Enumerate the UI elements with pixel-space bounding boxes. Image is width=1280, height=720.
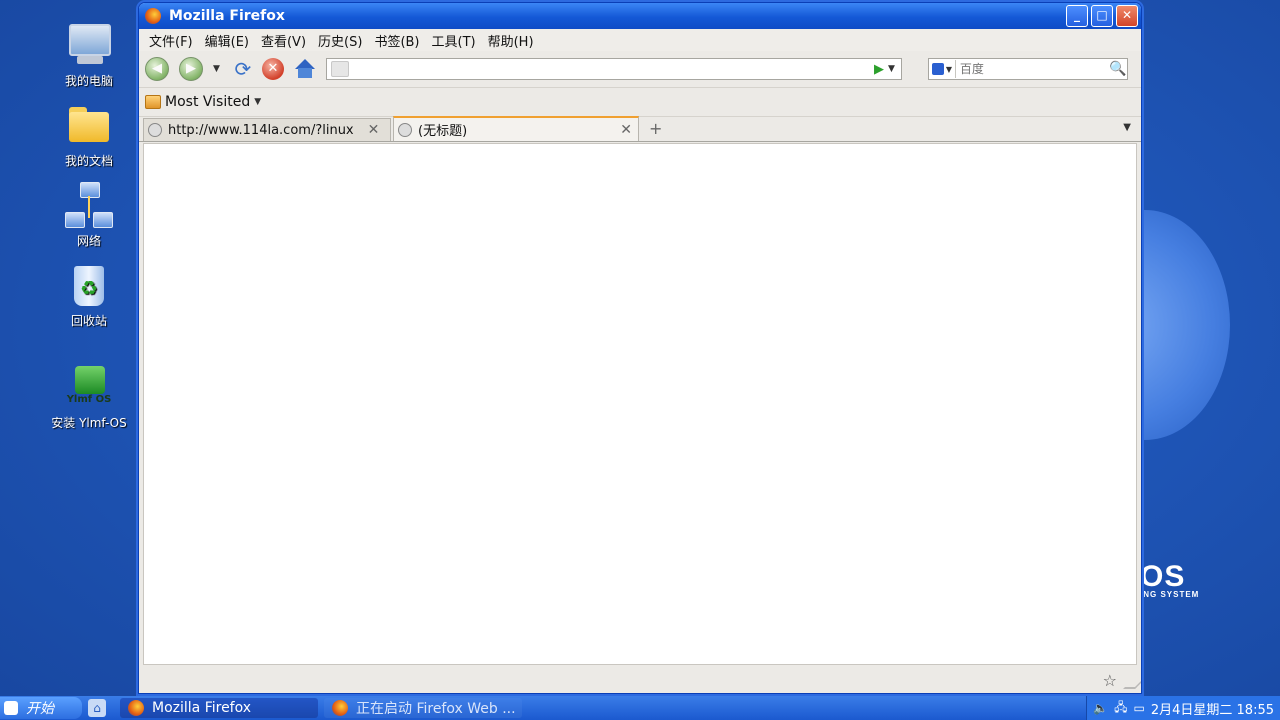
bookmark-star-icon[interactable]: ☆ <box>1103 671 1117 690</box>
taskbar-item-label: Mozilla Firefox <box>152 700 252 716</box>
tab-114la[interactable]: http://www.114la.com/?linux ✕ <box>143 118 391 141</box>
page-icon <box>148 123 162 137</box>
tab-close-icon[interactable]: ✕ <box>368 122 380 138</box>
start-button[interactable]: 开始 <box>0 697 82 719</box>
desktop-icon-my-computer[interactable]: 我的电脑 <box>44 22 134 89</box>
most-visited-button[interactable]: Most Visited <box>165 94 250 110</box>
firefox-icon <box>128 700 144 716</box>
tab-strip: http://www.114la.com/?linux ✕ (无标题) ✕ + … <box>139 116 1141 142</box>
reload-button[interactable]: ⟳ <box>232 58 254 80</box>
minimize-button[interactable]: _ <box>1066 5 1088 27</box>
resize-grip-icon[interactable] <box>1123 677 1141 689</box>
url-input[interactable] <box>354 61 874 77</box>
desktop-icon-install-ylmf[interactable]: Ylmf OS 安装 Ylmf-OS <box>44 364 134 431</box>
wallpaper-brand: OS ING SYSTEM <box>1140 560 1200 599</box>
desktop-icon-label: 我的电脑 <box>64 74 113 88</box>
taskbar-item-label: 正在启动 Firefox Web ... <box>356 701 516 717</box>
baidu-engine-icon <box>931 63 944 75</box>
tab-label: http://www.114la.com/?linux <box>168 122 354 138</box>
navigation-toolbar: ◀ ▶ ▼ ⟳ ✕ ▶ ▼ ▼ 🔍 <box>139 51 1141 88</box>
site-identity-icon[interactable] <box>330 61 349 77</box>
firefox-icon <box>145 8 161 24</box>
forward-button[interactable]: ▶ <box>179 57 203 81</box>
computer-icon <box>65 22 113 70</box>
taskbar-item-firefox-starting[interactable]: 正在启动 Firefox Web ... <box>324 698 522 718</box>
search-input[interactable] <box>955 61 1109 77</box>
quicklaunch-desktop-icon[interactable]: ⌂ <box>88 699 106 717</box>
back-button[interactable]: ◀ <box>145 57 169 81</box>
start-label: 开始 <box>26 701 54 717</box>
menubar: 文件(F) 编辑(E) 查看(V) 历史(S) 书签(B) 工具(T) 帮助(H… <box>139 29 1141 51</box>
tab-list-dropdown-icon[interactable]: ▼ <box>1123 122 1131 133</box>
back-arrow-icon: ◀ <box>152 61 162 76</box>
taskbar: 开始 ⌂ Mozilla Firefox 正在启动 Firefox Web ..… <box>0 696 1280 720</box>
maximize-button[interactable]: □ <box>1091 5 1113 27</box>
stop-icon: ✕ <box>267 61 279 76</box>
desktop-icon-label: 我的文档 <box>64 154 113 168</box>
page-content-area[interactable] <box>143 143 1137 665</box>
network-icon <box>65 182 113 230</box>
status-bar: ☆ <box>139 669 1141 693</box>
ylmf-installer-icon: Ylmf OS <box>65 364 113 412</box>
page-icon <box>398 122 412 137</box>
home-button[interactable] <box>294 58 316 80</box>
connection-icon[interactable]: ▭ <box>1134 701 1145 715</box>
close-button[interactable]: ✕ <box>1116 5 1138 27</box>
search-engine-button[interactable]: ▼ <box>929 60 956 78</box>
bookmark-folder-icon <box>145 95 161 109</box>
forward-arrow-icon: ▶ <box>186 61 196 76</box>
tab-close-icon[interactable]: ✕ <box>620 122 632 138</box>
go-arrow-icon[interactable]: ▶ <box>874 62 884 77</box>
menu-edit[interactable]: 编辑(E) <box>199 31 255 50</box>
desktop-icon-label: 网络 <box>76 234 101 248</box>
start-icon <box>4 701 18 715</box>
chevron-down-icon[interactable]: ▼ <box>254 97 261 107</box>
menu-file[interactable]: 文件(F) <box>143 31 199 50</box>
tab-label: (无标题) <box>418 124 468 139</box>
stop-button[interactable]: ✕ <box>261 58 284 80</box>
new-tab-icon[interactable]: + <box>649 119 662 138</box>
desktop-icon-my-documents[interactable]: 我的文档 <box>44 102 134 169</box>
firefox-icon <box>332 700 348 716</box>
search-icon[interactable]: 🔍 <box>1109 61 1127 77</box>
firefox-window: Mozilla Firefox _ □ ✕ 文件(F) 编辑(E) 查看(V) … <box>138 2 1142 694</box>
history-dropdown-icon[interactable]: ▼ <box>213 64 220 74</box>
desktop-icon-label: 回收站 <box>70 314 107 328</box>
window-title: Mozilla Firefox <box>169 8 285 24</box>
clock[interactable]: 2月4日星期二 18:55 <box>1151 699 1274 718</box>
recycle-bin-icon: ♻ <box>65 262 113 310</box>
menu-view[interactable]: 查看(V) <box>255 31 312 50</box>
reload-icon: ⟳ <box>234 57 252 81</box>
taskbar-item-firefox[interactable]: Mozilla Firefox <box>120 698 318 718</box>
network-tray-icon[interactable]: 🖧 <box>1114 698 1127 719</box>
folder-icon <box>65 102 113 150</box>
desktop-icon-label: 安装 Ylmf-OS <box>51 416 127 430</box>
menu-tools[interactable]: 工具(T) <box>426 31 482 50</box>
tab-untitled[interactable]: (无标题) ✕ <box>393 116 639 141</box>
url-bar[interactable]: ▶ ▼ <box>325 58 902 80</box>
desktop-icon-recycle-bin[interactable]: ♻ 回收站 <box>44 262 134 329</box>
menu-help[interactable]: 帮助(H) <box>482 31 540 50</box>
url-dropdown-icon[interactable]: ▼ <box>888 64 895 74</box>
window-titlebar[interactable]: Mozilla Firefox _ □ ✕ <box>139 3 1141 29</box>
search-bar[interactable]: ▼ 🔍 <box>927 58 1128 80</box>
system-tray: 🔈 🖧 ▭ 2月4日星期二 18:55 <box>1086 696 1280 720</box>
bookmarks-toolbar: Most Visited ▼ <box>139 88 1141 117</box>
desktop-icon-network[interactable]: 网络 <box>44 182 134 249</box>
volume-icon[interactable]: 🔈 <box>1093 701 1108 715</box>
menu-history[interactable]: 历史(S) <box>312 31 368 50</box>
menu-bookmarks[interactable]: 书签(B) <box>368 31 425 50</box>
